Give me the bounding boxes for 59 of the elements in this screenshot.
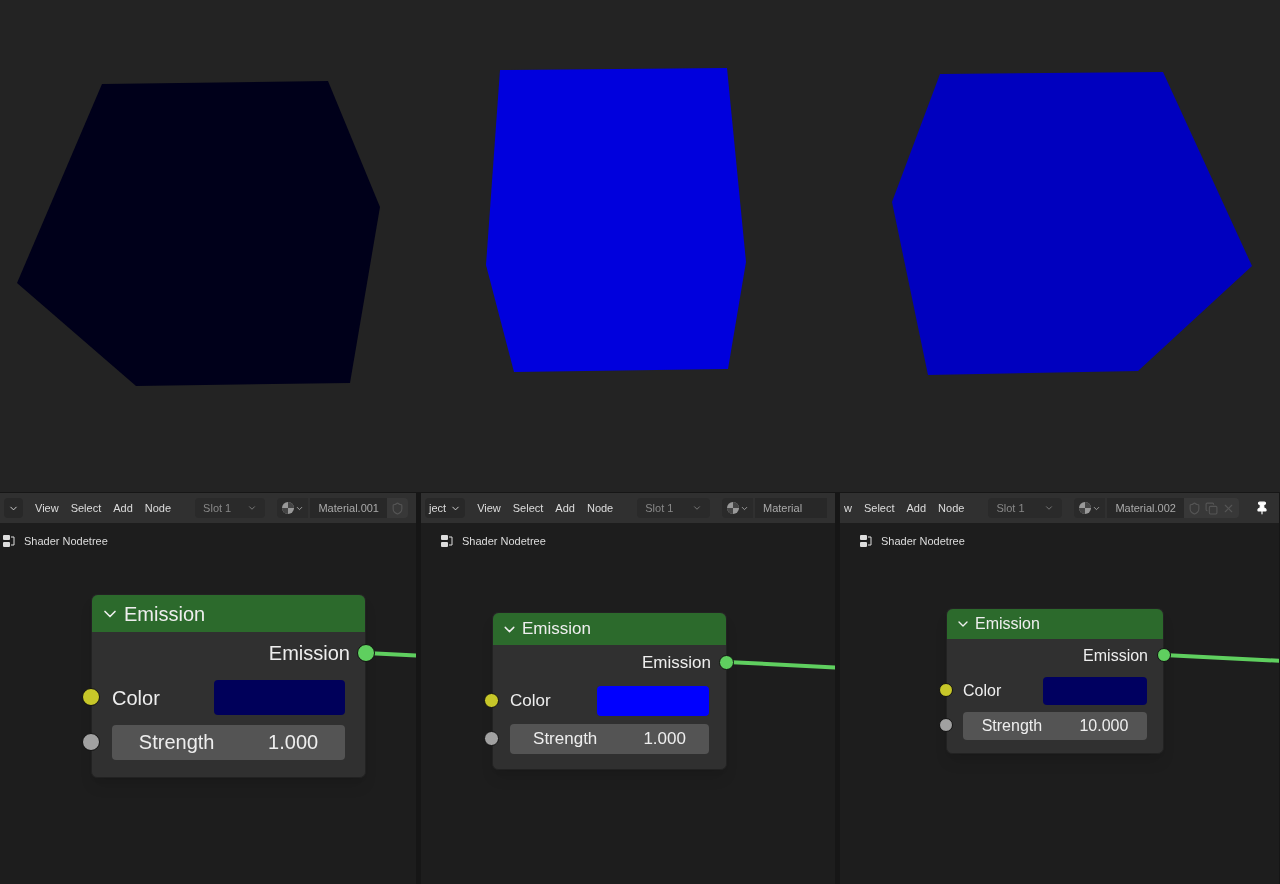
breadcrumb: Shader Nodetree: [462, 534, 546, 549]
node-tree-icon: [440, 534, 454, 549]
material-browse-button[interactable]: [1074, 498, 1106, 518]
sphere-icon: [1078, 501, 1093, 515]
sphere-icon: [726, 501, 740, 515]
node-title: Emission: [522, 618, 591, 641]
slot-dropdown[interactable]: Slot 1: [988, 498, 1063, 518]
node-title: Emission: [124, 601, 206, 627]
strength-field[interactable]: Strength 1.000: [112, 724, 345, 760]
output-label: Emission: [1083, 645, 1148, 666]
input-socket[interactable]: [82, 733, 100, 751]
editor-type-dropdown[interactable]: [4, 498, 23, 518]
chevron-icon: [247, 503, 258, 513]
sphere-icon: [281, 501, 296, 515]
editor-type-dropdown[interactable]: ject: [425, 498, 466, 518]
input-socket[interactable]: [939, 683, 953, 697]
material-name-field[interactable]: Material.002: [1107, 498, 1184, 518]
strength-field[interactable]: Strength 1.000: [510, 724, 709, 754]
color-swatch[interactable]: [214, 680, 345, 715]
node-tree-icon: [2, 534, 16, 549]
output-label: Emission: [268, 641, 350, 666]
menu-item[interactable]: Add: [555, 499, 575, 517]
color-swatch[interactable]: [1043, 676, 1147, 705]
node-title: Emission: [975, 614, 1040, 634]
menu-item[interactable]: w: [844, 499, 852, 517]
input-label: Color: [112, 685, 160, 711]
material-name-field[interactable]: Material: [755, 498, 827, 518]
menu-item[interactable]: View: [477, 499, 501, 517]
menu-item[interactable]: Add: [906, 499, 927, 517]
output-label: Emission: [642, 652, 711, 675]
menu-item[interactable]: Node: [586, 499, 614, 517]
input-socket[interactable]: [82, 688, 100, 706]
emission-node[interactable]: Emission Emission Color Strength 1.000: [91, 594, 366, 778]
chevron-icon: [1044, 503, 1055, 513]
strength-field[interactable]: Strength 10.000: [963, 711, 1147, 740]
input-socket[interactable]: [939, 718, 953, 732]
chevron-icon: [692, 503, 702, 513]
color-swatch[interactable]: [597, 686, 709, 716]
slot-dropdown[interactable]: Slot 1: [637, 498, 710, 518]
input-label: Color: [963, 680, 1002, 701]
material-browse-button[interactable]: [722, 498, 753, 518]
emission-node[interactable]: Emission Emission Color Strength 10.000: [946, 608, 1164, 754]
pin-icon[interactable]: [1254, 501, 1269, 515]
material-name-field[interactable]: Material.001: [310, 498, 387, 518]
breadcrumb: Shader Nodetree: [24, 534, 108, 549]
menu-item[interactable]: Select: [512, 499, 544, 517]
emission-node[interactable]: Emission Emission Color Strength 1.000: [492, 612, 727, 770]
breadcrumb: Shader Nodetree: [881, 534, 965, 549]
slot-dropdown[interactable]: Slot 1: [195, 498, 266, 518]
menu-item[interactable]: Add: [113, 499, 133, 517]
material-browse-button[interactable]: [277, 498, 309, 518]
node-tree-icon: [859, 534, 873, 549]
menu-item[interactable]: Node: [938, 499, 965, 517]
input-label: Color: [510, 690, 551, 713]
menu-item[interactable]: Select: [863, 499, 895, 517]
menu-item[interactable]: Select: [70, 499, 102, 517]
output-socket[interactable]: [1157, 648, 1171, 662]
menu-item[interactable]: Node: [144, 499, 172, 517]
menu-item[interactable]: View: [35, 499, 59, 517]
